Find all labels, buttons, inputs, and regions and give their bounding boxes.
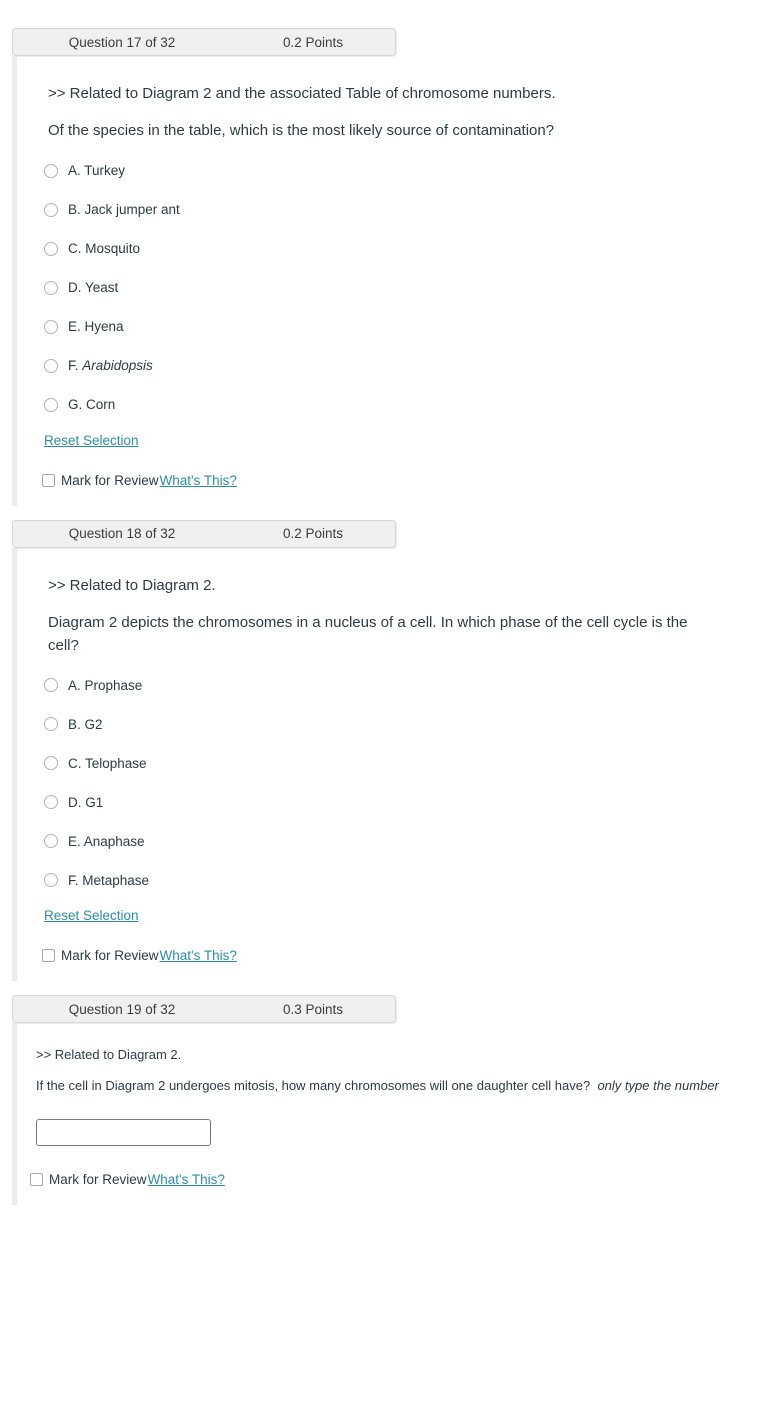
answer-label: F. Metaphase [68, 872, 150, 888]
radio-icon[interactable] [44, 795, 58, 810]
radio-icon[interactable] [44, 717, 58, 732]
question-points-18: 0.2 Points [282, 526, 344, 541]
question-prompt-body-17: Of the species in the table, which is th… [48, 122, 555, 140]
radio-icon[interactable] [44, 397, 58, 412]
question-body-18: >> Related to Diagram 2. Diagram 2 depic… [12, 547, 777, 982]
answer-option-a-18[interactable]: A. Prophase [44, 675, 777, 695]
answer-label: B. G2 [68, 716, 103, 732]
question-block-17: Question 17 of 32 0.2 Points >> Related … [0, 28, 777, 506]
answer-label: F. Arabidopsis [68, 358, 153, 373]
radio-icon[interactable] [44, 756, 58, 771]
answer-option-b-18[interactable]: B. G2 [44, 714, 777, 734]
question-prompt-italic: only type the number [597, 1078, 719, 1094]
question-prompt-lead-18: >> Related to Diagram 2. [48, 576, 216, 594]
radio-icon[interactable] [44, 834, 58, 849]
mark-for-review-row-19[interactable]: Mark for Review What's This? [30, 1172, 777, 1187]
radio-icon[interactable] [44, 358, 58, 373]
answer-label-prefix: F. [68, 358, 83, 373]
question-points-17: 0.2 Points [282, 34, 344, 50]
question-block-18: Question 18 of 32 0.2 Points >> Related … [0, 519, 777, 982]
question-number-18: Question 18 of 32 [68, 526, 176, 541]
mark-for-review-label: Mark for Review [61, 948, 159, 964]
question-prompt-body-19: If the cell in Diagram 2 undergoes mitos… [36, 1076, 736, 1097]
checkbox-icon[interactable] [42, 949, 55, 963]
top-spacer [0, 0, 777, 28]
mark-for-review-label: Mark for Review [49, 1171, 147, 1187]
answer-option-d-18[interactable]: D. G1 [44, 792, 777, 812]
reset-selection-link[interactable]: Reset Selection [44, 908, 139, 923]
quiz-page: Question 17 of 32 0.2 Points >> Related … [0, 0, 777, 1428]
mark-for-review-label: Mark for Review [61, 472, 159, 488]
answer-options-17: A. Turkey B. Jack jumper ant C. Mosquito… [44, 161, 777, 415]
mark-for-review-row-18[interactable]: Mark for Review What's This? [42, 948, 777, 963]
answer-label: G. Corn [68, 397, 116, 412]
answer-option-b-17[interactable]: B. Jack jumper ant [44, 200, 777, 220]
radio-icon[interactable] [44, 280, 58, 295]
radio-icon[interactable] [44, 202, 58, 217]
answer-option-c-17[interactable]: C. Mosquito [44, 239, 777, 259]
answer-option-e-18[interactable]: E. Anaphase [44, 831, 777, 851]
question-prompt-plain: If the cell in Diagram 2 undergoes mitos… [36, 1078, 591, 1094]
checkbox-icon[interactable] [30, 1172, 43, 1186]
question-prompt-lead-17: >> Related to Diagram 2 and the associat… [48, 85, 556, 102]
radio-icon[interactable] [44, 163, 58, 178]
spacer-18-19 [0, 981, 777, 995]
question-points-19: 0.3 Points [282, 1001, 344, 1017]
answer-option-f-18[interactable]: F. Metaphase [44, 870, 777, 890]
numeric-answer-input[interactable] [36, 1118, 211, 1146]
radio-icon[interactable] [44, 319, 58, 334]
mark-for-review-row-17[interactable]: Mark for Review What's This? [42, 473, 777, 488]
question-number-17: Question 17 of 32 [68, 34, 176, 50]
answer-option-a-17[interactable]: A. Turkey [44, 161, 777, 181]
answer-label: C. Mosquito [68, 241, 141, 256]
answer-option-f-17[interactable]: F. Arabidopsis [44, 356, 777, 376]
question-prompt-body-18: Diagram 2 depicts the chromosomes in a n… [48, 613, 688, 654]
question-header-17: Question 17 of 32 0.2 Points [12, 28, 396, 56]
answer-label: B. Jack jumper ant [68, 202, 180, 217]
answer-option-c-18[interactable]: C. Telophase [44, 753, 777, 773]
question-header-18: Question 18 of 32 0.2 Points [12, 519, 396, 548]
answer-label: E. Anaphase [68, 833, 145, 849]
answer-option-g-17[interactable]: G. Corn [44, 395, 777, 415]
question-body-19: >> Related to Diagram 2. If the cell in … [12, 1023, 777, 1205]
answer-label-italic: Arabidopsis [82, 358, 153, 373]
question-prompt-lead-19: >> Related to Diagram 2. [36, 1047, 182, 1063]
answer-label: E. Hyena [68, 319, 124, 334]
spacer-17-18 [0, 506, 777, 520]
answer-label: D. G1 [68, 794, 104, 810]
whats-this-link[interactable]: What's This? [160, 948, 237, 963]
reset-selection-row-18: Reset Selection [44, 907, 777, 925]
answer-label: A. Prophase [68, 677, 143, 693]
radio-icon[interactable] [44, 241, 58, 256]
checkbox-icon[interactable] [42, 473, 55, 487]
answer-option-d-17[interactable]: D. Yeast [44, 278, 777, 298]
radio-icon[interactable] [44, 678, 58, 693]
question-block-19: Question 19 of 32 0.3 Points >> Related … [0, 995, 777, 1205]
reset-selection-row-17: Reset Selection [44, 432, 777, 450]
whats-this-link[interactable]: What's This? [160, 473, 237, 488]
answer-label: D. Yeast [68, 280, 119, 295]
answer-options-18: A. Prophase B. G2 C. Telophase D. G1 E. … [44, 675, 777, 890]
reset-selection-link[interactable]: Reset Selection [44, 433, 139, 448]
whats-this-link[interactable]: What's This? [148, 1172, 225, 1187]
question-number-19: Question 19 of 32 [68, 1001, 176, 1017]
question-header-19: Question 19 of 32 0.3 Points [12, 995, 396, 1024]
answer-label: A. Turkey [68, 163, 126, 178]
answer-label: C. Telophase [68, 755, 147, 771]
radio-icon[interactable] [44, 873, 58, 888]
question-body-17: >> Related to Diagram 2 and the associat… [12, 56, 777, 506]
answer-option-e-17[interactable]: E. Hyena [44, 317, 777, 337]
